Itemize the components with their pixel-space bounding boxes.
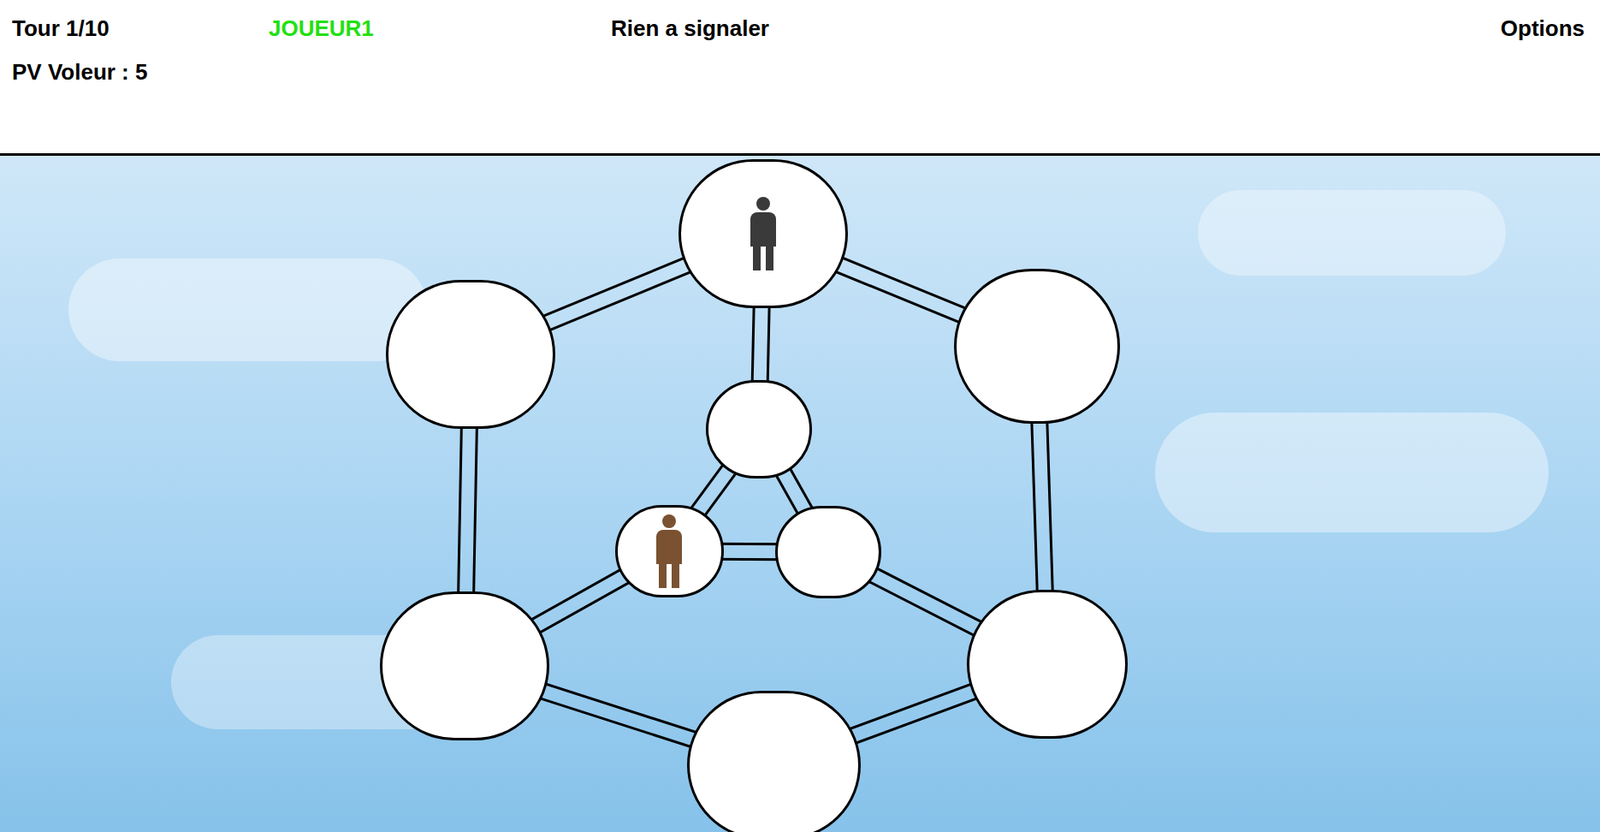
thief-hp: PV Voleur : 5 bbox=[11, 55, 1589, 89]
current-player: JOUEUR1 bbox=[268, 11, 611, 46]
board-node[interactable] bbox=[966, 589, 1128, 739]
top-bar: Tour 1/10JOUEUR1Rien a signalerOptions PV… bbox=[0, 0, 1600, 156]
status-message: Rien a signaler bbox=[610, 11, 1501, 46]
turn-counter: Tour 1/10 bbox=[11, 11, 269, 46]
board-node[interactable] bbox=[954, 268, 1120, 424]
board-node[interactable] bbox=[379, 591, 550, 741]
character-token[interactable] bbox=[750, 196, 777, 271]
board-node[interactable] bbox=[705, 379, 812, 479]
board-node[interactable] bbox=[678, 159, 848, 309]
cloud bbox=[1155, 412, 1549, 533]
top-bar-row: Tour 1/10JOUEUR1Rien a signalerOptions bbox=[11, 11, 1589, 46]
cloud bbox=[1197, 189, 1506, 276]
board bbox=[0, 155, 1600, 832]
board-node[interactable] bbox=[687, 690, 861, 832]
cloud bbox=[68, 258, 428, 362]
character-token[interactable] bbox=[656, 514, 682, 588]
board-node[interactable] bbox=[775, 505, 882, 599]
game-screen: Tour 1/10JOUEUR1Rien a signalerOptions PV… bbox=[0, 0, 1600, 832]
board-node[interactable] bbox=[385, 279, 556, 429]
options-button[interactable]: Options bbox=[1500, 11, 1589, 46]
board-node[interactable] bbox=[615, 504, 724, 598]
